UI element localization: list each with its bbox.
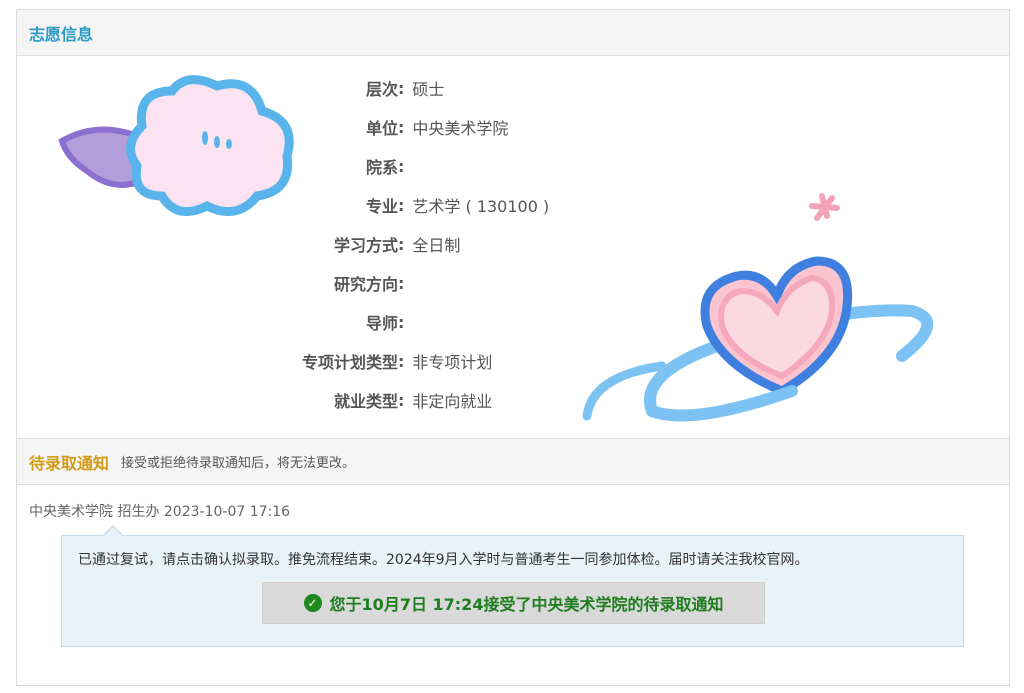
field-label: 研究方向 xyxy=(333,275,398,294)
field-label: 学习方式 xyxy=(333,236,398,255)
colon: : xyxy=(398,234,405,254)
section-title: 志愿信息 xyxy=(29,24,94,44)
field-row-special-plan: 专项计划类型: 非专项计划 xyxy=(17,349,492,373)
field-row-employment-type: 就业类型: 非定向就业 xyxy=(17,388,492,412)
message-pointer-fill xyxy=(104,527,122,536)
field-label: 就业类型 xyxy=(333,392,398,411)
field-value: 全日制 xyxy=(412,236,461,255)
notice-header: 待录取通知 接受或拒绝待录取通知后，将无法更改。 xyxy=(17,439,1009,485)
field-value: 非专项计划 xyxy=(412,353,493,372)
field-value: 艺术学 ( 130100 ) xyxy=(412,197,550,216)
field-row-level: 层次: 硕士 xyxy=(17,76,444,100)
field-label: 专项计划类型 xyxy=(301,353,398,372)
message-box: 已通过复试，请点击确认拟录取。推免流程结束。2024年9月入学时与普通考生一同参… xyxy=(61,535,964,647)
field-row-major: 专业: 艺术学 ( 130100 ) xyxy=(17,193,549,217)
accepted-text: 您于10月7日 17:24接受了中央美术学院的待录取通知 xyxy=(329,595,724,614)
field-label: 单位 xyxy=(365,119,398,138)
colon: : xyxy=(398,273,405,293)
check-circle-icon: ✓ xyxy=(303,594,322,612)
colon: : xyxy=(398,156,405,176)
colon: : xyxy=(398,195,405,215)
field-row-research-direction: 研究方向: xyxy=(17,271,412,295)
panel-header: 志愿信息 xyxy=(17,10,1009,56)
field-label: 导师 xyxy=(365,314,398,333)
accepted-status: ✓ 您于10月7日 17:24接受了中央美术学院的待录取通知 xyxy=(262,582,765,624)
colon: : xyxy=(398,390,405,410)
field-label: 院系 xyxy=(365,158,398,177)
colon: : xyxy=(398,117,405,137)
field-row-unit: 单位: 中央美术学院 xyxy=(17,115,508,139)
notice-title: 待录取通知 xyxy=(29,453,110,473)
colon: : xyxy=(398,312,405,332)
field-row-department: 院系: xyxy=(17,154,412,178)
colon: : xyxy=(398,78,405,98)
volunteer-info-panel: 志愿信息 层次: 硕士 单位: 中央美术学院 院系: 专业: 艺术学 (13… xyxy=(16,9,1010,686)
field-row-supervisor: 导师: xyxy=(17,310,412,334)
message-meta: 中央美术学院 招生办 2023-10-07 17:16 xyxy=(29,504,291,520)
info-section: 层次: 硕士 单位: 中央美术学院 院系: 专业: 艺术学 ( 130100 )… xyxy=(17,56,1009,439)
field-label: 层次 xyxy=(365,80,398,99)
colon: : xyxy=(398,351,405,371)
heart-ring-sticker xyxy=(582,193,934,422)
field-label: 专业 xyxy=(365,197,398,216)
message-text: 已通过复试，请点击确认拟录取。推免流程结束。2024年9月入学时与普通考生一同参… xyxy=(78,552,809,568)
field-value: 中央美术学院 xyxy=(412,119,509,138)
notice-warning: 接受或拒绝待录取通知后，将无法更改。 xyxy=(121,456,356,471)
field-value: 硕士 xyxy=(412,80,445,99)
field-value: 非定向就业 xyxy=(412,392,493,411)
field-row-study-mode: 学习方式: 全日制 xyxy=(17,232,460,256)
